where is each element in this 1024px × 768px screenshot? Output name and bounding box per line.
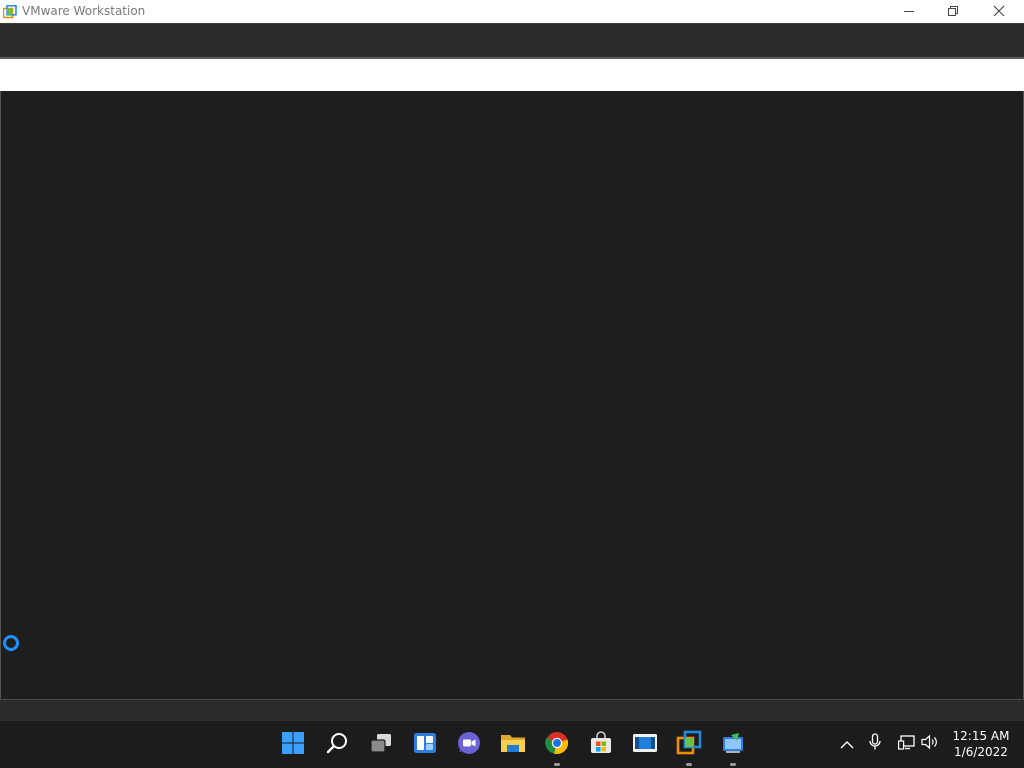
file-explorer-button[interactable] <box>497 729 529 761</box>
windows-start-icon <box>281 731 305 759</box>
media-player-button[interactable] <box>629 729 661 761</box>
chrome-icon <box>545 731 569 759</box>
running-indicator <box>686 763 692 766</box>
running-indicator <box>730 763 736 766</box>
search-button[interactable] <box>321 729 353 761</box>
microphone-icon <box>868 733 882 755</box>
installer-button[interactable] <box>717 729 749 766</box>
store-icon <box>589 731 613 759</box>
media-player-icon <box>632 731 658 759</box>
vmware-icon <box>676 730 702 760</box>
running-indicator <box>554 763 560 766</box>
close-icon <box>993 2 1005 21</box>
taskbar: 12:15 AM 1/6/2022 <box>0 720 1024 768</box>
vmware-window: VMware Workstation <box>0 0 1024 720</box>
show-hidden-icons-button[interactable] <box>836 733 858 755</box>
status-bar <box>0 699 1024 720</box>
search-icon <box>325 731 349 759</box>
close-button[interactable] <box>976 0 1022 23</box>
widgets-icon <box>412 731 438 759</box>
tab-bar <box>1 59 1023 91</box>
restore-button[interactable] <box>930 0 976 23</box>
task-view-button[interactable] <box>365 729 397 761</box>
vmware-icon <box>2 4 17 19</box>
title-bar[interactable]: VMware Workstation <box>0 0 1024 23</box>
clock-date: 1/6/2022 <box>954 745 1008 759</box>
vmware-button[interactable] <box>673 729 705 766</box>
store-button[interactable] <box>585 729 617 761</box>
volume-button[interactable] <box>919 733 941 755</box>
network-icon <box>898 734 916 754</box>
window-title: VMware Workstation <box>22 4 146 18</box>
minimize-button[interactable] <box>886 0 932 23</box>
chat-button[interactable] <box>453 729 485 761</box>
vm-console[interactable] <box>0 91 1024 699</box>
loading-spinner-icon <box>2 634 20 652</box>
teams-chat-icon <box>456 730 482 760</box>
task-view-icon <box>368 731 394 759</box>
chevron-up-icon <box>840 735 854 754</box>
restore-icon <box>947 2 959 21</box>
widgets-button[interactable] <box>409 729 441 761</box>
clock-time: 12:15 AM <box>952 729 1010 743</box>
installer-icon <box>720 731 746 759</box>
taskbar-clock[interactable]: 12:15 AM 1/6/2022 <box>946 728 1016 760</box>
chrome-button[interactable] <box>541 729 573 766</box>
network-button[interactable] <box>896 733 918 755</box>
minimize-icon <box>903 2 915 21</box>
volume-icon <box>921 734 939 754</box>
microphone-button[interactable] <box>864 733 886 755</box>
folder-icon <box>500 731 526 759</box>
toolbar <box>0 23 1024 57</box>
start-button[interactable] <box>277 729 309 761</box>
